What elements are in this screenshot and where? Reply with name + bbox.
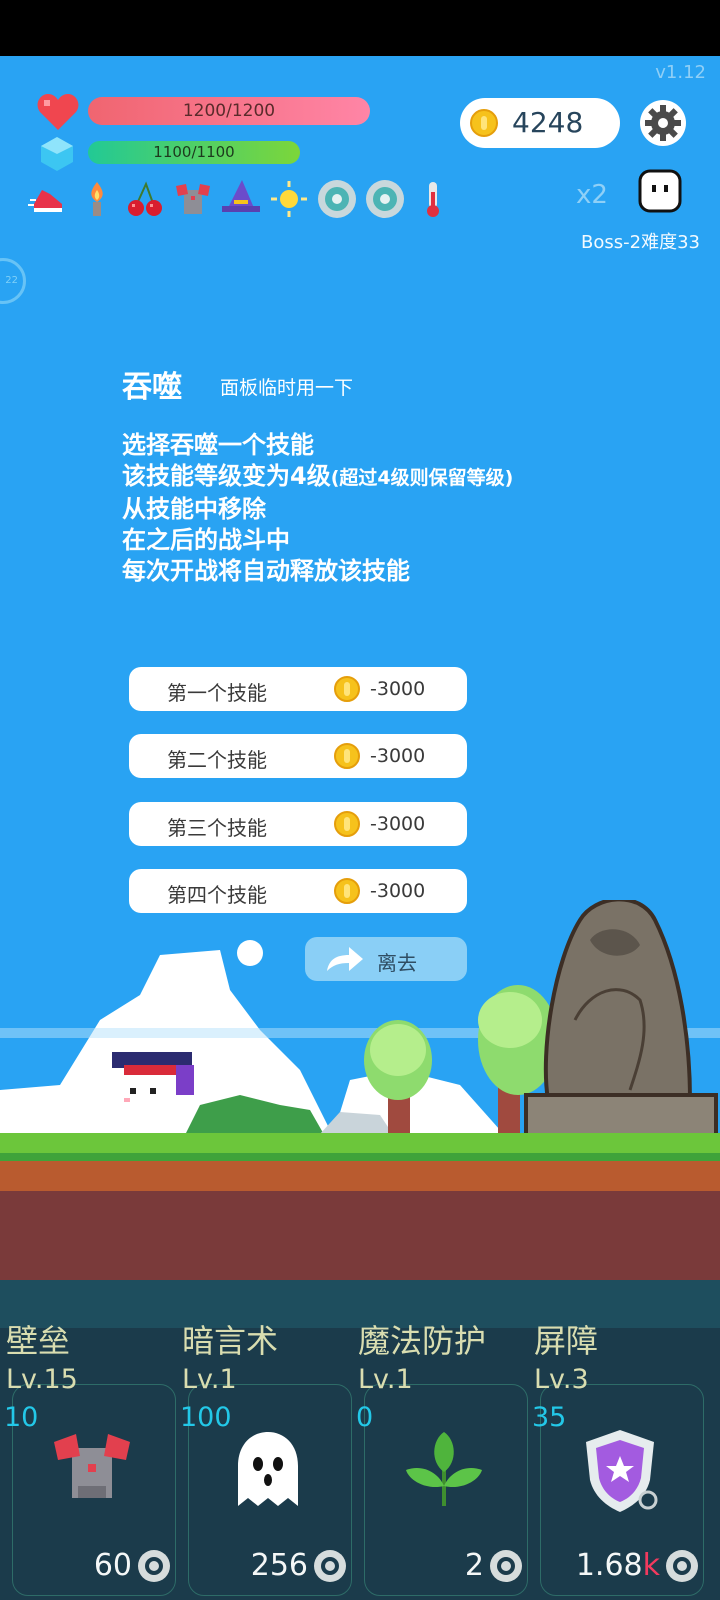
- panel-subtitle: 面板临时用一下: [220, 377, 354, 399]
- option-cost: -3000: [370, 813, 426, 835]
- skill-level: Lv.15: [6, 1364, 78, 1395]
- skill-name: 屏障: [534, 1322, 599, 1360]
- skill-count: 1.68k: [575, 1548, 660, 1583]
- cherry-icon[interactable]: [124, 178, 166, 220]
- buff-bar: [28, 178, 454, 222]
- description-note: (超过4级则保留等级): [330, 467, 514, 489]
- gold-counter: 4248: [460, 98, 620, 148]
- devour-skill-1-button[interactable]: 第一个技能 -3000: [129, 667, 467, 711]
- panel-title: 吞噬: [122, 370, 182, 405]
- coin-icon: [334, 811, 360, 837]
- skill-name: 壁垒: [6, 1322, 71, 1360]
- skill-count: 2: [464, 1548, 484, 1583]
- armor-icon[interactable]: [172, 178, 214, 220]
- description-line: 在之后的战斗中: [122, 526, 290, 554]
- version-label: v1.12: [655, 62, 706, 83]
- option-label: 第二个技能: [167, 748, 267, 772]
- torch-icon[interactable]: [76, 178, 118, 220]
- skill-count: 256: [250, 1548, 308, 1583]
- devour-skill-2-button[interactable]: 第二个技能 -3000: [129, 734, 467, 778]
- settings-gear-icon[interactable]: [639, 99, 687, 147]
- description-line: 每次开战将自动释放该技能: [122, 557, 410, 585]
- player-character: [112, 1052, 194, 1135]
- skill-value: 0: [356, 1402, 374, 1433]
- wizard-hat-icon[interactable]: [220, 178, 262, 220]
- gear-icon[interactable]: [662, 1546, 702, 1586]
- skill-value: 10: [4, 1402, 39, 1433]
- hp-bar: 1200/1200: [88, 97, 370, 125]
- ghost-icon: [238, 1432, 298, 1506]
- shield-ring-icon[interactable]: [316, 178, 358, 220]
- mana-gem-icon: [41, 137, 73, 171]
- boss-face-icon: [638, 169, 682, 213]
- heart-icon: [37, 94, 79, 130]
- coin-icon: [334, 676, 360, 702]
- description-line: 该技能等级变为4级: [122, 462, 331, 490]
- option-cost: -3000: [370, 678, 426, 700]
- skill-level: Lv.1: [358, 1364, 413, 1395]
- speed-toggle[interactable]: x2: [576, 180, 608, 210]
- description-line: 选择吞噬一个技能: [122, 431, 314, 459]
- battle-scene: [0, 900, 720, 1280]
- coin-icon: [334, 743, 360, 769]
- skill-slot-4[interactable]: 屏障 Lv.3 35 1.68k: [528, 1316, 704, 1600]
- armor-icon: [54, 1434, 130, 1498]
- skill-value: 35: [532, 1402, 567, 1433]
- devour-skill-3-button[interactable]: 第三个技能 -3000: [129, 802, 467, 846]
- gear-icon[interactable]: [486, 1546, 526, 1586]
- skill-level: Lv.1: [182, 1364, 237, 1395]
- side-menu-icon[interactable]: 22: [0, 258, 26, 304]
- option-cost: -3000: [370, 745, 426, 767]
- sun-icon[interactable]: [268, 178, 310, 220]
- panel-description: 选择吞噬一个技能 该技能等级变为4级(超过4级则保留等级) 从技能中移除 在之后…: [122, 430, 513, 587]
- skill-name: 魔法防护: [358, 1322, 487, 1360]
- skill-level: Lv.3: [534, 1364, 589, 1395]
- mp-bar: 1100/1100: [88, 141, 300, 164]
- skill-slot-1[interactable]: 壁垒 Lv.15 10 60: [0, 1316, 176, 1600]
- shield-ring-icon[interactable]: [364, 178, 406, 220]
- running-shoe-icon[interactable]: [28, 178, 70, 220]
- leaf-icon: [406, 1432, 482, 1506]
- shield-icon: [586, 1430, 658, 1512]
- skill-name: 暗言术: [182, 1322, 279, 1360]
- gear-icon[interactable]: [310, 1546, 350, 1586]
- gear-icon[interactable]: [134, 1546, 174, 1586]
- coin-icon: [470, 109, 498, 137]
- skill-slot-2[interactable]: 暗言术 Lv.1 100 256: [176, 1316, 352, 1600]
- gold-value: 4248: [512, 106, 584, 139]
- skill-slot-3[interactable]: 魔法防护 Lv.1 0 2: [352, 1316, 528, 1600]
- description-line: 从技能中移除: [122, 495, 266, 523]
- option-label: 第一个技能: [167, 681, 267, 705]
- skill-count: 60: [93, 1548, 132, 1583]
- thermometer-icon[interactable]: [412, 178, 454, 220]
- status-bar: [0, 0, 720, 56]
- option-cost: -3000: [370, 880, 426, 902]
- boss-difficulty-label: Boss-2难度33: [581, 232, 700, 253]
- option-label: 第三个技能: [167, 816, 267, 840]
